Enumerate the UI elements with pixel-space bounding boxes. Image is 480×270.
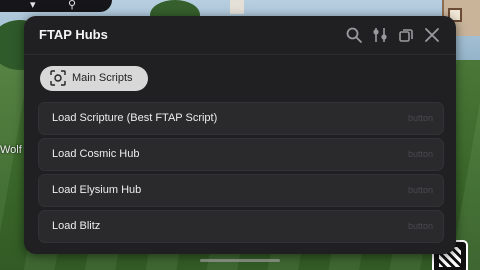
fence-post [230,0,244,14]
search-button[interactable] [345,26,363,44]
top-toolbar: ▾ ⚲ [0,0,112,12]
scan-icon [50,70,66,86]
search-icon [346,27,362,43]
button-type-hint: button [407,221,433,231]
load-elysium-hub-button[interactable]: Load Elysium Hub button [38,174,444,207]
button-label: Load Cosmic Hub [52,148,140,160]
button-label: Load Blitz [52,220,101,232]
load-blitz-button[interactable]: Load Blitz button [38,210,444,243]
drag-handle[interactable] [200,259,280,262]
load-scripture-button[interactable]: Load Scripture (Best FTAP Script) button [38,102,444,135]
button-label: Load Scripture (Best FTAP Script) [52,112,218,124]
microphone-muted-icon[interactable]: ⚲ [68,0,76,11]
title-bar: FTAP Hubs [24,16,456,54]
settings-button[interactable] [371,26,389,44]
button-type-hint: button [407,149,433,159]
chevron-down-icon[interactable]: ▾ [30,0,36,11]
script-hub-window: FTAP Hubs Main Scripts Load Scripture (B… [24,16,456,254]
copy-window-icon [399,29,413,42]
tab-label: Main Scripts [72,72,133,84]
window-title: FTAP Hubs [39,27,108,42]
button-type-hint: button [407,185,433,195]
tab-main-scripts[interactable]: Main Scripts [40,66,148,91]
close-icon [425,28,439,42]
button-label: Load Elysium Hub [52,184,142,196]
title-divider [24,54,456,55]
sliders-icon [373,28,387,42]
player-nametag: Wolf [0,144,22,156]
button-type-hint: button [407,113,433,123]
close-button[interactable] [423,26,441,44]
minimize-button[interactable] [397,26,415,44]
load-cosmic-hub-button[interactable]: Load Cosmic Hub button [38,138,444,171]
